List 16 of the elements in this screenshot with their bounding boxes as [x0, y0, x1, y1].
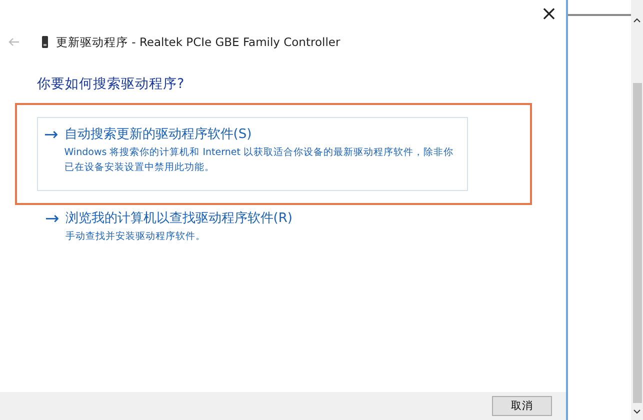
option-description: Windows 将搜索你的计算机和 Internet 以获取适合你设备的最新驱动程序软件，除非你已在设备安装设置中禁用此功能。: [64, 146, 454, 175]
cancel-button[interactable]: 取消: [492, 396, 552, 416]
close-button[interactable]: ×: [532, 0, 566, 26]
arrow-icon: →: [45, 210, 60, 244]
device-icon: [42, 36, 48, 48]
scrollbar[interactable]: [631, 0, 643, 420]
page-heading: 你要如何搜索驱动程序?: [37, 75, 186, 94]
window-title: 更新驱动程序 - Realtek PCIe GBE Family Controller: [56, 34, 340, 50]
option-link[interactable]: → 浏览我的计算机以查找驱动程序软件(R) 手动查找并安装驱动程序软件。: [38, 209, 566, 245]
option-title: 自动搜索更新的驱动程序软件(S): [64, 126, 253, 144]
arrow-icon: →: [44, 126, 58, 182]
scroll-up-icon[interactable]: [633, 18, 641, 23]
option-link[interactable]: → 自动搜索更新的驱动程序软件(S) Windows 将搜索你的计算机和 Internet 以获取适合你设备的最新驱动程序软件，除非你已在设备安装设置中禁用此功能。: [37, 117, 468, 191]
scroll-down-icon[interactable]: [633, 409, 641, 414]
option-description: 手动查找并安装驱动程序软件。: [65, 230, 206, 244]
option-title: 浏览我的计算机以查找驱动程序软件(R): [65, 210, 292, 228]
